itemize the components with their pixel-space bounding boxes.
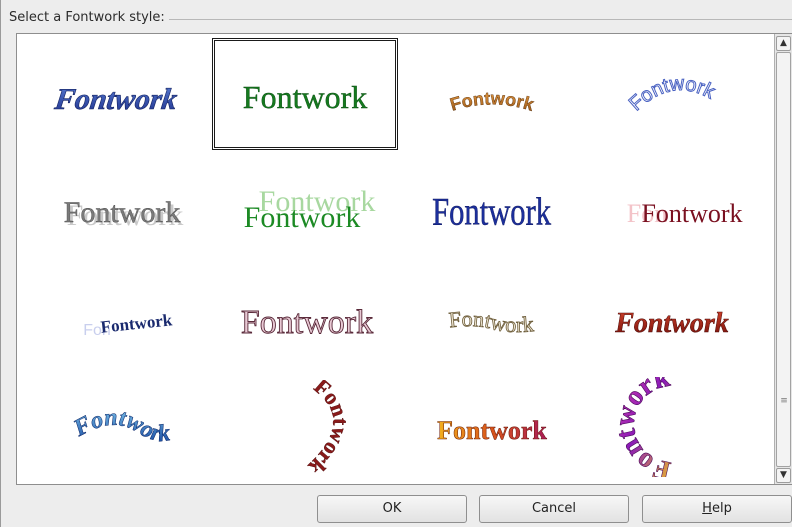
scroll-down-arrow-icon[interactable]: ▼ [776,468,791,483]
gallery-item-2[interactable]: Fontwork [212,38,398,150]
svg-text:Fontwork: Fontwork [625,73,719,115]
fontwork-preview-red-bold: Fontwork [614,308,729,340]
fontwork-preview-mauve-outline: Fontwork [240,304,373,342]
gallery-item-13[interactable]: Fontwork [32,372,212,482]
gallery-item-12[interactable]: Fontwork [582,262,762,372]
gallery-item-9[interactable]: Fon Fontwork [32,262,212,372]
scroll-grip-icon: ≡ [780,396,788,406]
help-mnemonic: H [702,501,712,516]
fontwork-preview-orange-gradient: Fontwork [437,416,548,446]
gallery-item-text: Fontwork [447,306,535,338]
fontwork-preview-arch-blue: Fontwork [52,82,180,116]
fontwork-preview-purple-circle: Fontwork [609,377,674,477]
gallery-item-8[interactable]: Fon Fontwork [582,152,762,262]
cancel-button[interactable]: Cancel [479,495,629,523]
gallery-item-text: Fontwork [100,310,174,336]
gallery-item-text: Fontwork [448,88,538,115]
fontwork-preview-tan-wave: Fontwork [447,306,535,338]
fontwork-gallery[interactable]: Fontwork Fontwork Fontwork Fontwork Font… [16,33,792,485]
fontwork-preview-maroon-curve: Fontwork [303,380,353,475]
gallery-item-14[interactable]: Fontwork [217,372,397,482]
gallery-item-text: Fontwork [241,304,373,341]
gallery-item-text: Fontwork [244,201,361,234]
gallery-item-16[interactable]: Fontwork [582,372,762,482]
fontwork-preview-orange-arc: Fontwork [448,88,538,115]
gallery-item-text: Fontwork [432,190,551,233]
gallery-item-text: Fontwork [69,404,172,447]
gallery-item-1[interactable]: Fontwork [32,42,212,152]
gallery-item-7[interactable]: Fontwork [402,152,582,262]
ok-button[interactable]: OK [317,495,467,523]
gallery-item-text: Fontwork [609,377,674,477]
svg-text:Fontwork: Fontwork [303,380,353,475]
gallery-item-text: Fontwork [52,82,179,116]
help-button[interactable]: Help [642,495,792,523]
group-label: Select a Fontwork style: [9,10,169,25]
fontwork-preview-green-double: Fontwork Fontwork [244,185,376,234]
gallery-item-text: Fontwork [641,199,742,228]
gallery-grid: Fontwork Fontwork Fontwork Fontwork Font… [17,34,775,484]
gallery-item-4[interactable]: Fontwork [582,42,762,152]
scroll-up-arrow-icon[interactable]: ▲ [776,36,791,51]
gallery-item-15[interactable]: Fontwork [402,372,582,482]
gallery-item-text: Fontwork [243,79,367,115]
help-label: elp [711,501,732,516]
gallery-item-text: Fontwork [437,416,547,445]
fontwork-preview-gray-shadow: Fontwork Fontwork [63,196,183,232]
fontwork-preview-blue-wave: Fontwork [69,404,172,448]
svg-text:Fontwork: Fontwork [448,306,535,337]
gallery-item-text: Fontwork [64,196,181,229]
gallery-scrollbar[interactable]: ▲ ≡ ▼ [774,34,792,484]
gallery-item-5[interactable]: Fontwork Fontwork [32,152,212,262]
svg-text:Fontwork: Fontwork [609,377,673,477]
gallery-item-text: Fontwork [614,308,729,339]
fontwork-preview-navy-perspective: Fon Fontwork [83,310,174,339]
fontwork-preview-maroon-fade: Fon Fontwork [627,199,743,228]
gallery-item-10[interactable]: Fontwork [217,262,397,372]
svg-text:Fontwork: Fontwork [69,405,172,448]
fontwork-preview-green-plain: Fontwork [243,79,368,115]
scroll-thumb[interactable]: ≡ [776,52,791,467]
svg-text:Fontwork: Fontwork [448,88,537,115]
style-group-header: Select a Fontwork style: [9,8,792,28]
fontwork-preview-blue-condensed: Fontwork [432,190,552,234]
gallery-item-6[interactable]: Fontwork Fontwork [217,152,397,262]
gallery-item-3[interactable]: Fontwork [402,42,582,152]
gallery-item-11[interactable]: Fontwork [402,262,582,372]
gallery-item-text: Fontwork [303,380,353,475]
gallery-item-text: Fontwork [624,72,719,115]
fontwork-preview-outline-arc: Fontwork [624,72,719,115]
fontwork-gallery-dialog: Select a Fontwork style: Fontwork Fontwo… [0,0,792,527]
